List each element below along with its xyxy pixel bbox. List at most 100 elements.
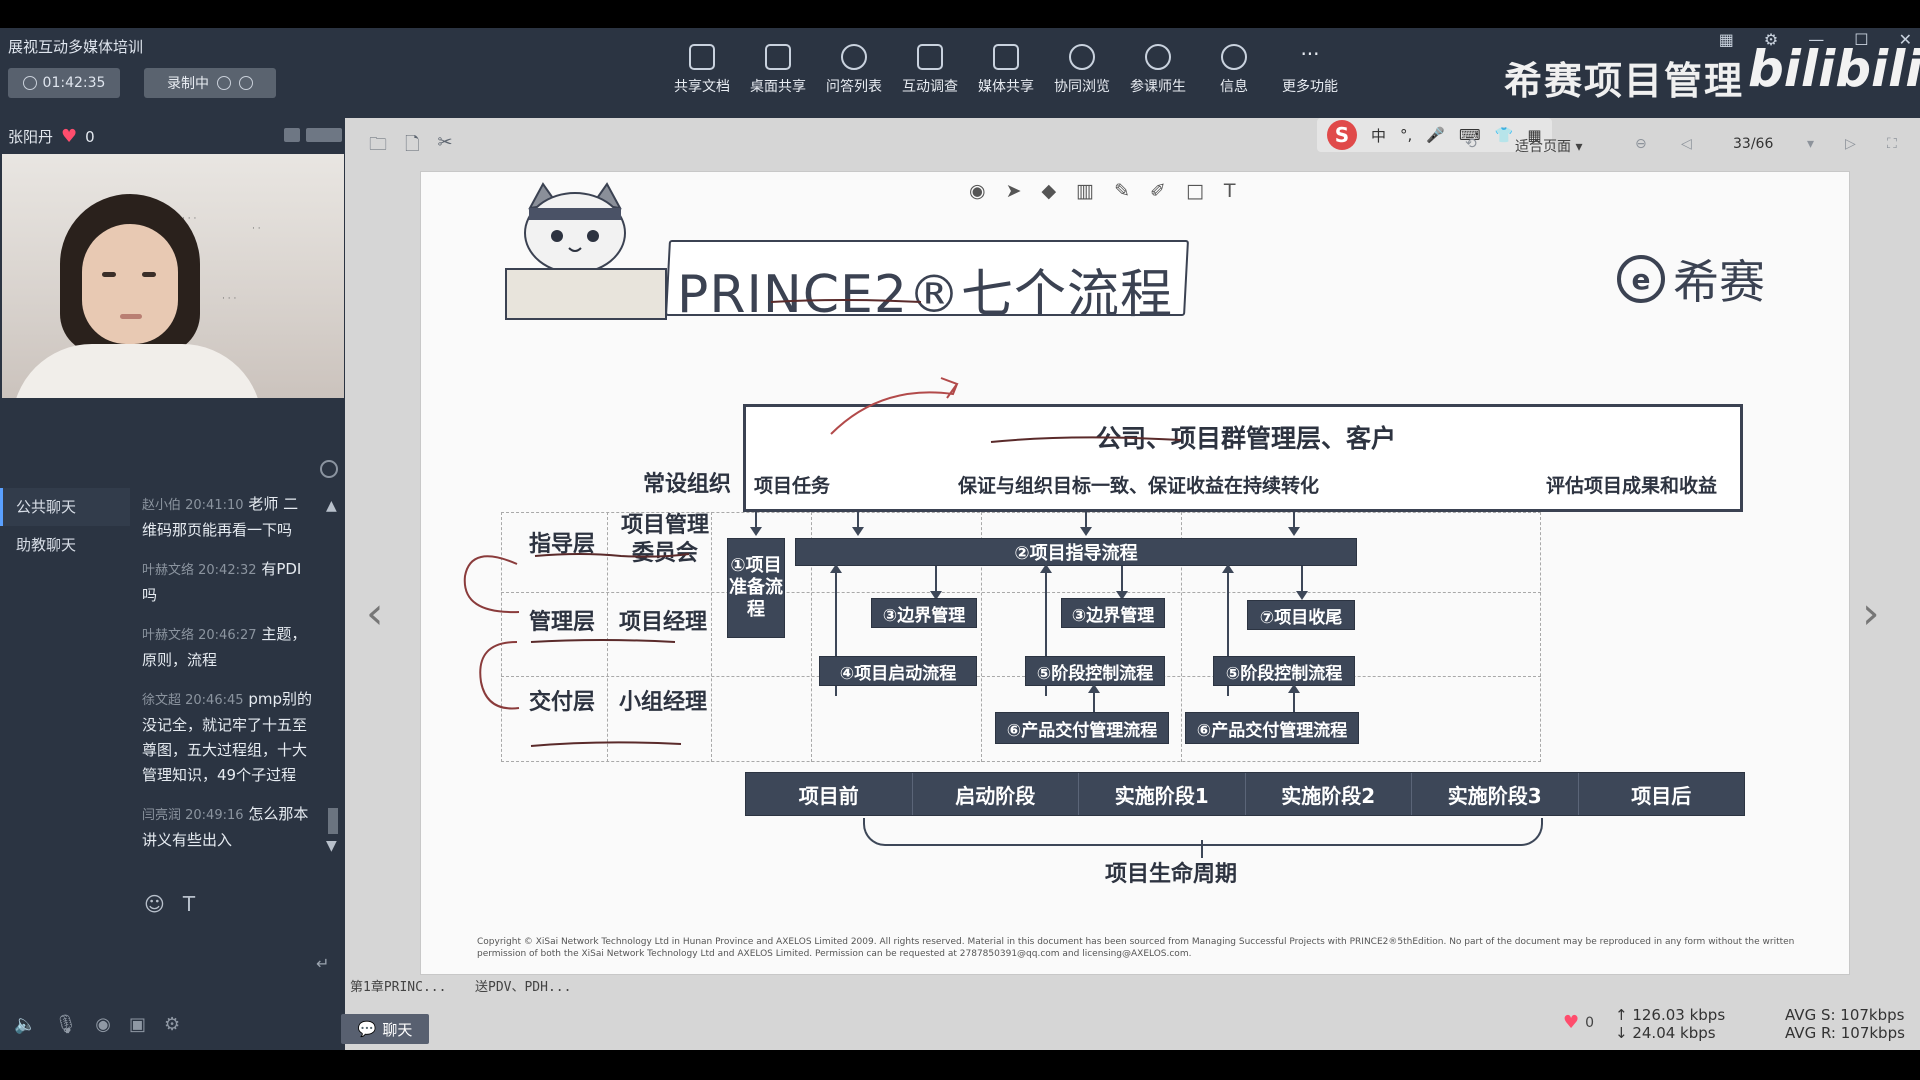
gear-icon[interactable]: ⚙ bbox=[164, 1014, 180, 1035]
session-timer: 01:42:35 bbox=[8, 68, 120, 98]
chat-scrollbar[interactable]: ▲ ▼ bbox=[326, 498, 340, 898]
skin-icon[interactable]: 👕 bbox=[1495, 126, 1514, 144]
chevron-up-icon[interactable]: ▲ bbox=[326, 498, 340, 514]
zoom-out-icon[interactable]: ⊖ bbox=[1635, 136, 1647, 152]
page-indicator[interactable]: 33/66 bbox=[1733, 136, 1773, 152]
prev-page-icon[interactable]: ◁ bbox=[1681, 136, 1692, 152]
minimize-icon[interactable]: — bbox=[1808, 30, 1824, 49]
toolbar-qa-list[interactable]: 问答列表 bbox=[816, 44, 892, 96]
slide: ◉ ➤ ◆ ▥ ✎ ✐ □ T PRINCE2®七个流程 e 希赛 公司、项目群… bbox=[420, 171, 1850, 975]
document-icon bbox=[689, 44, 715, 70]
toolbar-co-browse[interactable]: 协同浏览 bbox=[1044, 44, 1120, 96]
list-item: 叶赫文络 20:46:27 主题，原则，流程 bbox=[142, 625, 307, 669]
app-window: 展视互动多媒体培训 01:42:35 录制中 共享文档 桌面共享 问答列表 互动… bbox=[0, 28, 1920, 1050]
presenter-eye bbox=[102, 272, 116, 277]
camera-icon[interactable]: ◉ bbox=[95, 1014, 111, 1035]
info-icon bbox=[1221, 44, 1247, 70]
sidebar: 张阳丹 ♥ 0 · · · · · · · · 公共聊天 助教聊天 赵小伯 20… bbox=[0, 118, 345, 1050]
heart-icon: ♥ bbox=[1563, 1012, 1580, 1033]
close-icon[interactable]: ✕ bbox=[1899, 30, 1912, 49]
ime-language[interactable]: 中 bbox=[1371, 125, 1386, 146]
toolbar-info[interactable]: 信息 bbox=[1196, 44, 1272, 96]
presenter-name: 张阳丹 bbox=[8, 128, 54, 146]
desktop-share-icon bbox=[765, 44, 791, 70]
video-toggle-icon[interactable] bbox=[306, 128, 342, 142]
qa-icon bbox=[841, 44, 867, 70]
recording-label: 录制中 bbox=[167, 76, 209, 92]
prev-slide-arrow[interactable]: ‹ bbox=[366, 588, 384, 639]
maximize-icon[interactable]: ☐ bbox=[1854, 30, 1868, 49]
avg-send: AVG S: 107kbps bbox=[1785, 1006, 1905, 1024]
file-tab-pdv[interactable]: 送PDV、PDH... bbox=[475, 976, 571, 995]
presenter-likes: 0 bbox=[85, 127, 95, 146]
toolbar-more[interactable]: ··· 更多功能 bbox=[1272, 44, 1348, 96]
chat-bubble-icon: 💬 bbox=[357, 1020, 377, 1038]
media-icon bbox=[993, 44, 1019, 70]
scissors-icon[interactable]: ✂ bbox=[437, 132, 452, 162]
fullscreen-icon[interactable]: ⛶ bbox=[1887, 136, 1897, 152]
tab-public-chat[interactable]: 公共聊天 bbox=[0, 488, 130, 526]
microphone-icon[interactable]: 🎤 bbox=[1426, 126, 1445, 144]
toolbar-shared-docs[interactable]: 共享文档 bbox=[664, 44, 740, 96]
stop-icon[interactable] bbox=[239, 76, 253, 90]
upload-rate: ↑ 126.03 kbps bbox=[1615, 1006, 1726, 1024]
tab-assistant-chat[interactable]: 助教聊天 bbox=[0, 526, 130, 564]
browse-icon bbox=[1069, 44, 1095, 70]
chevron-down-icon[interactable]: ▼ bbox=[326, 838, 337, 854]
text-format-icon[interactable]: T bbox=[183, 892, 195, 916]
toolbar-media-share[interactable]: 媒体共享 bbox=[968, 44, 1044, 96]
toolbar-participants[interactable]: 参课师生 bbox=[1120, 44, 1196, 96]
next-slide-arrow[interactable]: › bbox=[1862, 588, 1880, 639]
list-item: 赵小伯 20:41:10 老师 二维码那页能再看一下吗 bbox=[142, 495, 299, 539]
more-icon: ··· bbox=[1300, 42, 1320, 66]
file-tools: 🗀 🗋 ✂ bbox=[369, 132, 453, 162]
microphone-icon[interactable]: 🎙 bbox=[54, 1014, 77, 1035]
timer-value: 01:42:35 bbox=[42, 75, 106, 91]
collapse-chat-button[interactable] bbox=[320, 460, 338, 478]
page-dropdown-icon[interactable]: ▾ bbox=[1807, 136, 1814, 152]
handwritten-annotations bbox=[463, 299, 1182, 747]
map-marker: · · · bbox=[222, 294, 237, 304]
enter-icon[interactable]: ↵ bbox=[316, 954, 329, 973]
video-tools bbox=[284, 128, 342, 142]
grid-icon[interactable]: ▦ bbox=[1719, 30, 1734, 49]
recording-control[interactable]: 录制中 bbox=[144, 68, 276, 98]
punctuation-icon[interactable]: °, bbox=[1400, 126, 1412, 144]
presenter-face bbox=[82, 224, 178, 344]
layout-icon[interactable] bbox=[284, 128, 300, 142]
toolbar-desktop-share[interactable]: 桌面共享 bbox=[740, 44, 816, 96]
screen-icon[interactable]: ▣ bbox=[129, 1014, 146, 1035]
toolbar-survey[interactable]: 互动调查 bbox=[892, 44, 968, 96]
fit-page-select[interactable]: 适合页面 ▾ bbox=[1515, 136, 1582, 156]
file-icon[interactable]: 🗋 bbox=[405, 132, 419, 162]
presenter-shoulders bbox=[12, 344, 262, 398]
next-page-icon[interactable]: ▷ bbox=[1845, 136, 1856, 152]
presenter-video: · · · · · · · · bbox=[2, 154, 344, 398]
window-controls: ▦ ⚙ — ☐ ✕ bbox=[1719, 30, 1912, 49]
like-counter[interactable]: ♥ 0 bbox=[1563, 1012, 1594, 1033]
scroll-thumb[interactable] bbox=[328, 808, 338, 834]
file-tab-chapter1[interactable]: 第1章PRINC... bbox=[350, 976, 446, 995]
average-stats: AVG S: 107kbps AVG R: 107kbps bbox=[1785, 1006, 1905, 1042]
presenter-mouth bbox=[120, 314, 142, 319]
chat-input-tools: ☺ T bbox=[144, 892, 195, 916]
chat-button[interactable]: 💬 聊天 bbox=[341, 1014, 429, 1044]
pause-icon[interactable] bbox=[217, 76, 231, 90]
clock-icon bbox=[22, 76, 37, 90]
emoji-icon[interactable]: ☺ bbox=[144, 892, 165, 916]
download-rate: ↓ 24.04 kbps bbox=[1615, 1024, 1716, 1042]
chat-tabs: 公共聊天 助教聊天 bbox=[0, 488, 130, 564]
heart-icon[interactable]: ♥ bbox=[61, 126, 77, 147]
list-item: 叶赫文络 20:42:32 有PDI吗 bbox=[142, 560, 302, 604]
sogou-logo-icon[interactable]: S bbox=[1327, 120, 1357, 150]
speaker-icon[interactable]: 🔈 bbox=[14, 1014, 36, 1035]
app-title: 展视互动多媒体培训 bbox=[8, 38, 144, 56]
bottom-bar: 第1章PRINC... 送PDV、PDH... 💬 聊天 ♥ 0 ↑ 126.0… bbox=[341, 976, 1920, 1050]
bandwidth-stats: ↑ 126.03 kbps ↓ 24.04 kbps bbox=[1615, 1006, 1725, 1042]
settings-icon[interactable]: ⚙ bbox=[1764, 30, 1778, 49]
device-controls: 🔈 🎙 ◉ ▣ ⚙ bbox=[14, 1014, 180, 1035]
rotate-icon[interactable]: ⟲ bbox=[1465, 136, 1477, 152]
main-toolbar: 共享文档 桌面共享 问答列表 互动调查 媒体共享 协同浏览 参课师生 信息 ··… bbox=[664, 44, 1348, 96]
folder-icon[interactable]: 🗀 bbox=[369, 132, 387, 162]
list-item: 闫亮润 20:49:16 怎么那本讲义有些出入 bbox=[142, 805, 309, 849]
